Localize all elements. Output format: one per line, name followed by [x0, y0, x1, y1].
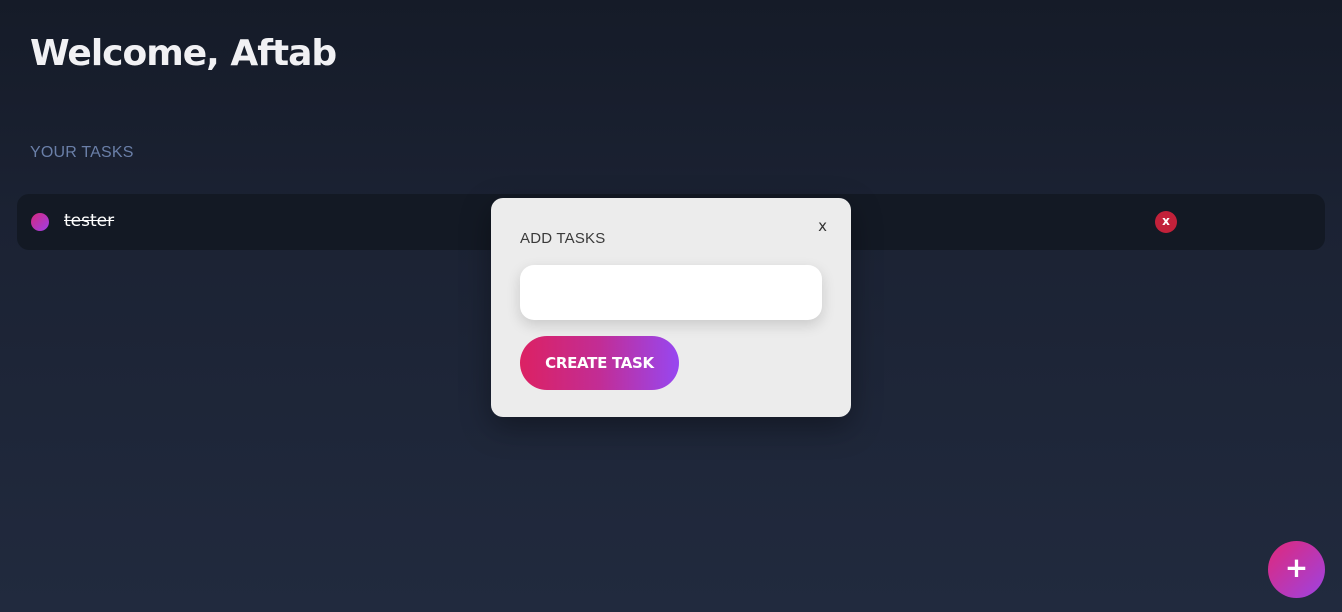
task-delete-button[interactable]: x [1155, 211, 1177, 233]
task-input[interactable] [520, 265, 822, 320]
add-task-modal: x ADD TASKS CREATE TASK [491, 198, 851, 417]
task-status-dot-icon[interactable] [31, 213, 49, 231]
page-title: Welcome, Aftab [30, 33, 337, 74]
modal-title: ADD TASKS [520, 230, 606, 247]
plus-icon: + [1284, 551, 1309, 584]
tasks-section-title: YOUR TASKS [30, 144, 134, 161]
modal-close-button[interactable]: x [818, 217, 827, 235]
create-task-button[interactable]: CREATE TASK [520, 336, 679, 390]
task-label[interactable]: tester [64, 211, 114, 231]
add-task-fab-button[interactable]: + [1268, 541, 1325, 598]
